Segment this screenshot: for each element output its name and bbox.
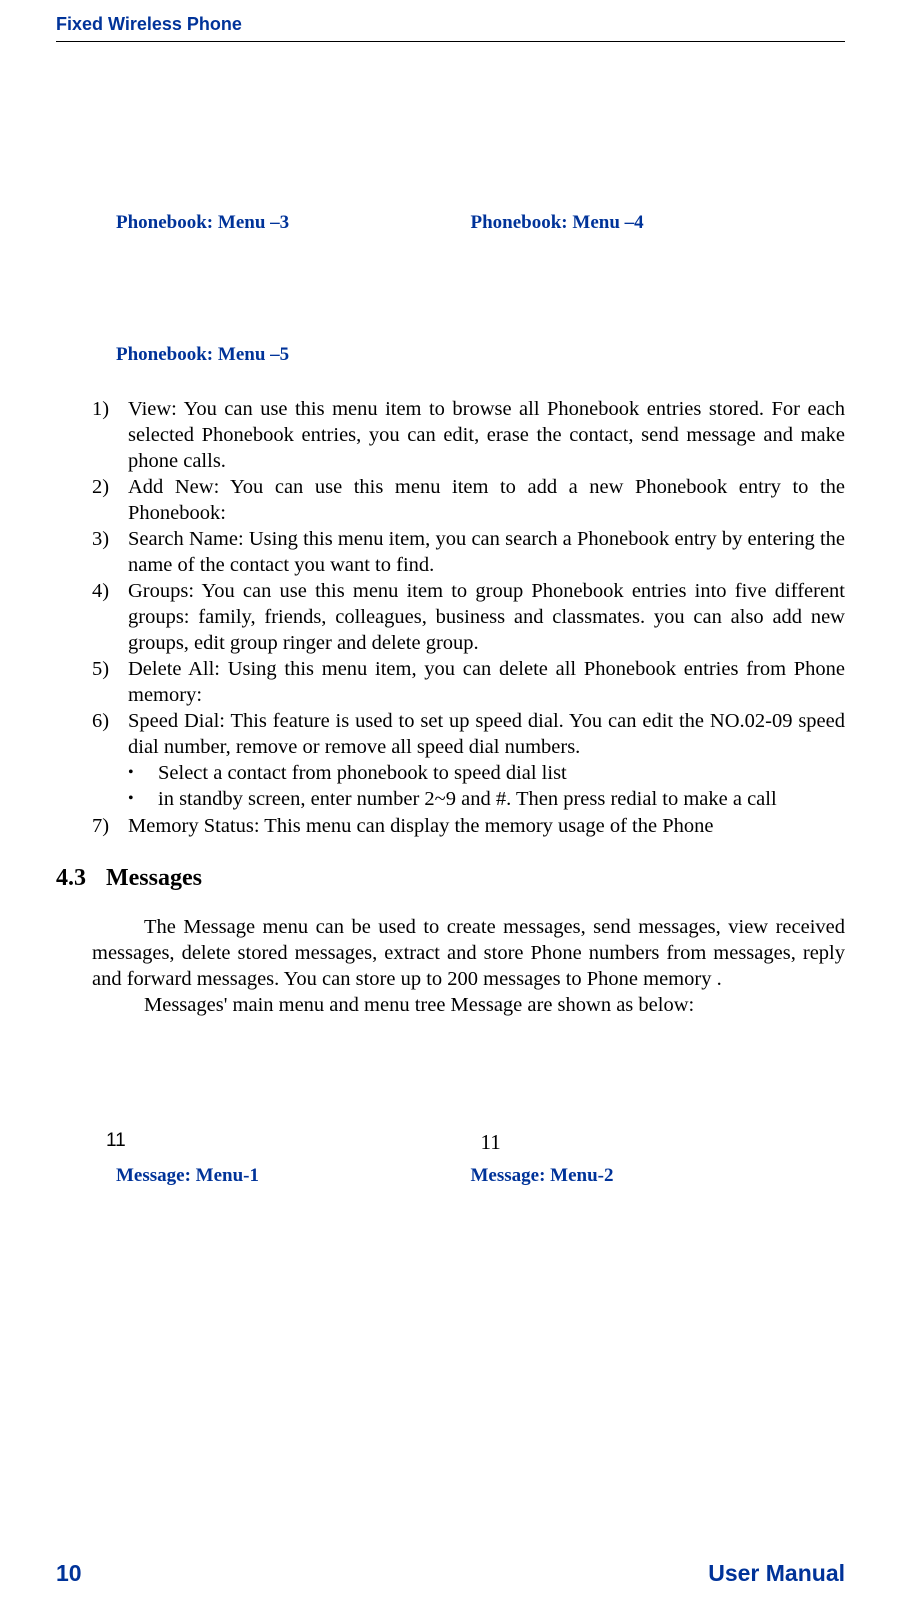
item-body: Memory Status: This menu can display the… [128,813,845,839]
bullet-icon: • [128,760,158,786]
item-body: Search Name: Using this menu item, you c… [128,526,845,578]
item-number: 6) [92,708,128,760]
list-item: 5) Delete All: Using this menu item, you… [92,656,845,708]
item-number: 3) [92,526,128,578]
figure-numbers-row: 11 11 [56,1130,845,1155]
paragraph-text: The Message menu can be used to create m… [92,916,845,990]
messages-paragraph-1: The Message menu can be used to create m… [92,914,845,992]
page-footer: 10 User Manual [56,1560,845,1587]
item-body: Speed Dial: This feature is used to set … [128,708,845,760]
section-title: Messages [106,865,202,892]
item-number: 1) [92,396,128,474]
message-caption-row: Message: Menu-1 Message: Menu-2 [56,1165,845,1187]
phonebook-feature-list: 1) View: You can use this menu item to b… [92,396,845,839]
item-number: 5) [92,656,128,708]
item-number: 2) [92,474,128,526]
footer-label: User Manual [708,1560,845,1587]
bullet-icon: • [128,786,158,812]
item-body: View: You can use this menu item to brow… [128,396,845,474]
item-body: Add New: You can use this menu item to a… [128,474,845,526]
section-number: 4.3 [56,865,106,892]
header-rule [56,41,845,42]
item-body: in standby screen, enter number 2~9 and … [158,786,845,812]
list-item: 2) Add New: You can use this menu item t… [92,474,845,526]
manual-page: Fixed Wireless Phone Phonebook: Menu –3 … [0,0,901,1611]
item-body: Delete All: Using this menu item, you ca… [128,656,845,708]
page-number: 10 [56,1560,82,1587]
list-item: • in standby screen, enter number 2~9 an… [128,786,845,812]
figure-number-left: 11 [56,1130,471,1155]
phonebook-menu-3-caption: Phonebook: Menu –3 [56,212,451,234]
phonebook-menu-5-caption: Phonebook: Menu –5 [56,344,451,366]
item-body: Groups: You can use this menu item to gr… [128,578,845,656]
section-heading: 4.3 Messages [56,865,845,892]
phonebook-caption-row-2: Phonebook: Menu –5 [56,344,845,366]
speed-dial-sub-list: • Select a contact from phonebook to spe… [128,760,845,812]
list-item: 4) Groups: You can use this menu item to… [92,578,845,656]
message-menu-2-caption: Message: Menu-2 [451,1165,846,1187]
phonebook-menu-4-caption: Phonebook: Menu –4 [451,212,846,234]
paragraph-text: Messages' main menu and menu tree Messag… [144,994,694,1016]
list-item: • Select a contact from phonebook to spe… [128,760,845,786]
item-number: 4) [92,578,128,656]
item-body: Select a contact from phonebook to speed… [158,760,845,786]
message-menu-1-caption: Message: Menu-1 [56,1165,451,1187]
messages-paragraph-2: Messages' main menu and menu tree Messag… [92,992,845,1018]
list-item: 6) Speed Dial: This feature is used to s… [92,708,845,760]
list-item: 1) View: You can use this menu item to b… [92,396,845,474]
header-product-title: Fixed Wireless Phone [56,0,845,41]
figure-number-right: 11 [471,1130,846,1155]
item-number: 7) [92,813,128,839]
list-item: 3) Search Name: Using this menu item, yo… [92,526,845,578]
list-item: 7) Memory Status: This menu can display … [92,813,845,839]
phonebook-caption-row-1: Phonebook: Menu –3 Phonebook: Menu –4 [56,212,845,234]
